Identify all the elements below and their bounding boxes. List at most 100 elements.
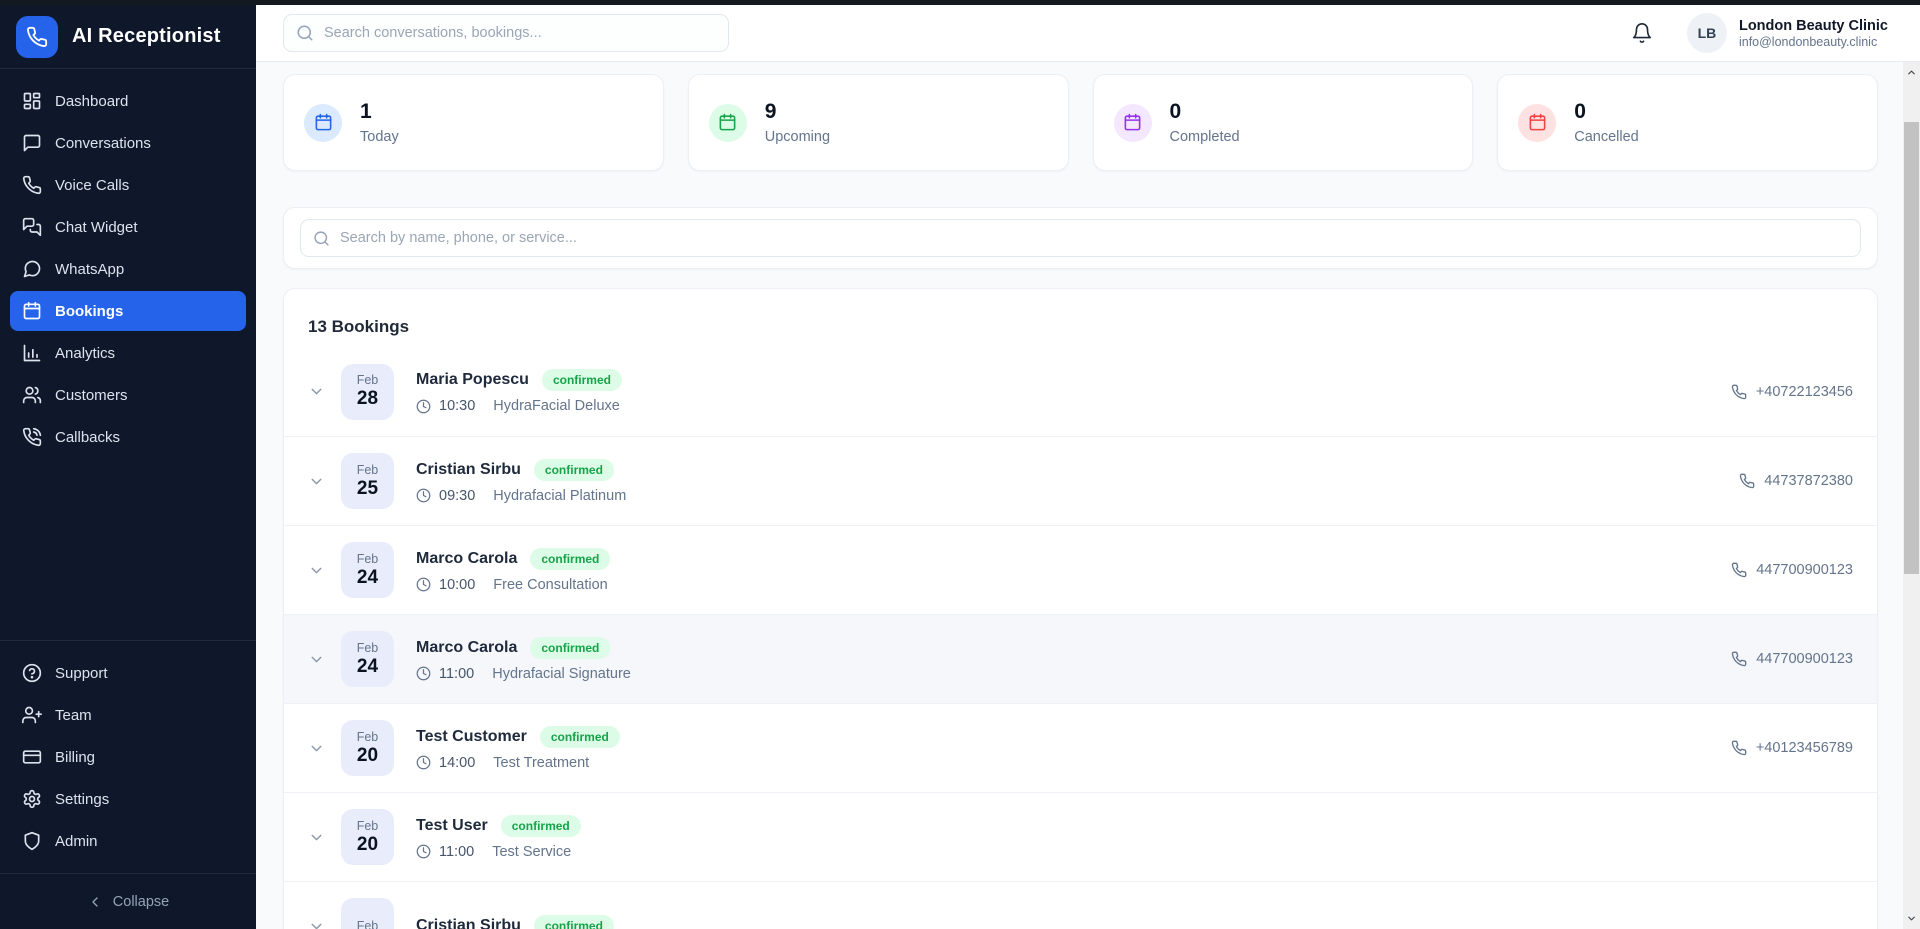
sidebar-spacer [0, 469, 256, 640]
booking-row[interactable]: Feb 24 Marco Carola confirmed [284, 525, 1877, 614]
booking-customer-name: Cristian Sirbu [416, 917, 521, 929]
chevron-down-icon [308, 651, 325, 668]
status-badge: confirmed [542, 369, 622, 391]
sidebar-item-team[interactable]: Team [10, 695, 246, 735]
bookings-count: 13 Bookings [308, 317, 1853, 337]
chevron-down-icon [308, 829, 325, 846]
sidebar-item-callbacks[interactable]: Callbacks [10, 417, 246, 457]
account-name: London Beauty Clinic [1739, 17, 1888, 35]
expand-row-button[interactable] [308, 918, 325, 929]
shield-icon [22, 831, 42, 851]
header-right: LB London Beauty Clinic info@londonbeaut… [1631, 13, 1888, 53]
bookings-card: 13 Bookings Feb 28 [283, 288, 1878, 929]
booking-row[interactable]: Feb 24 Marco Carola confirmed [284, 614, 1877, 703]
booking-month: Feb [357, 641, 379, 655]
booking-phone: 447700900123 [1731, 651, 1853, 667]
sidebar-item-settings[interactable]: Settings [10, 779, 246, 819]
booking-row[interactable]: Feb 28 Maria Popescu confirmed [284, 347, 1877, 436]
account-email: info@londonbeauty.clinic [1739, 35, 1888, 49]
expand-row-button[interactable] [308, 562, 325, 579]
clock-icon [416, 399, 431, 414]
booking-row[interactable]: Feb 20 Test User confirmed 11: [284, 792, 1877, 881]
bell-icon [1631, 22, 1653, 44]
account-menu[interactable]: LB London Beauty Clinic info@londonbeaut… [1687, 13, 1888, 53]
global-search-input[interactable] [324, 25, 716, 41]
sidebar-item-conversations[interactable]: Conversations [10, 123, 246, 163]
booking-customer-name: Marco Carola [416, 550, 517, 568]
booking-row[interactable]: Feb 25 Cristian Sirbu confirmed [284, 436, 1877, 525]
booking-month: Feb [357, 552, 379, 566]
booking-customer-name: Marco Carola [416, 639, 517, 657]
booking-row[interactable]: Feb 20 Test Customer confirmed [284, 703, 1877, 792]
sidebar-item-customers[interactable]: Customers [10, 375, 246, 415]
app-title: AI Receptionist [72, 25, 221, 48]
sidebar-item-whatsapp[interactable]: WhatsApp [10, 249, 246, 289]
sidebar-item-label: Voice Calls [55, 177, 129, 194]
sidebar-item-chat-widget[interactable]: Chat Widget [10, 207, 246, 247]
bookings-header: 13 Bookings [284, 289, 1877, 347]
booking-day: 28 [357, 388, 378, 410]
sidebar-item-admin[interactable]: Admin [10, 821, 246, 861]
booking-customer-name: Cristian Sirbu [416, 461, 521, 479]
booking-row[interactable]: Feb Cristian Sirbu confirmed [284, 881, 1877, 929]
booking-phone-number: 447700900123 [1756, 651, 1853, 667]
booking-month: Feb [357, 463, 379, 477]
notifications-button[interactable] [1631, 22, 1653, 44]
sidebar: AI Receptionist Dashboard Conversations … [0, 5, 256, 929]
bookings-search[interactable] [300, 219, 1861, 257]
booking-phone: 447700900123 [1731, 562, 1853, 578]
status-badge: confirmed [534, 915, 614, 929]
chevron-down-icon [1906, 913, 1917, 924]
sidebar-item-billing[interactable]: Billing [10, 737, 246, 777]
calendar-icon [1123, 113, 1142, 132]
booking-service: Hydrafacial Platinum [493, 488, 626, 504]
booking-service: Test Treatment [493, 755, 589, 771]
booking-phone-number: +40123456789 [1756, 740, 1853, 756]
bookings-search-input[interactable] [340, 230, 1848, 246]
sidebar-item-label: Chat Widget [55, 219, 138, 236]
scrollbar-thumb[interactable] [1904, 122, 1919, 574]
bookings-filter-card [283, 207, 1878, 269]
sidebar-item-label: Conversations [55, 135, 151, 152]
booking-day: 25 [357, 478, 378, 500]
booking-phone: +40123456789 [1731, 740, 1853, 756]
sidebar-nav: Dashboard Conversations Voice Calls Chat… [0, 69, 256, 469]
expand-row-button[interactable] [308, 740, 325, 757]
search-icon [296, 24, 314, 42]
stat-card: 1 Today [283, 74, 664, 171]
booking-day: 24 [357, 567, 378, 589]
booking-phone: +40722123456 [1731, 384, 1853, 400]
booking-customer-name: Maria Popescu [416, 371, 529, 389]
booking-month: Feb [357, 373, 379, 387]
stat-value: 0 [1170, 100, 1240, 124]
sidebar-item-analytics[interactable]: Analytics [10, 333, 246, 373]
users-icon [22, 385, 42, 405]
expand-row-button[interactable] [308, 829, 325, 846]
stats-row: 1 Today 9 Upcoming [283, 74, 1878, 171]
calendar-icon [22, 301, 42, 321]
page-content: 1 Today 9 Upcoming [256, 62, 1920, 929]
scroll-down-button[interactable] [1903, 910, 1920, 927]
expand-row-button[interactable] [308, 651, 325, 668]
booking-service: Test Service [492, 844, 571, 860]
top-header: LB London Beauty Clinic info@londonbeaut… [256, 5, 1920, 62]
scrollbar[interactable] [1903, 62, 1920, 929]
booking-date: Feb 25 [341, 453, 394, 509]
expand-row-button[interactable] [308, 383, 325, 400]
sidebar-item-support[interactable]: Support [10, 653, 246, 693]
expand-row-button[interactable] [308, 473, 325, 490]
booking-time: 11:00 [439, 844, 474, 860]
sidebar-item-label: Billing [55, 749, 95, 766]
collapse-button[interactable]: Collapse [0, 873, 256, 929]
collapse-label: Collapse [113, 894, 169, 910]
clock-icon [416, 755, 431, 770]
sidebar-secondary-nav: Support Team Billing Settings Admin [0, 640, 256, 873]
global-search[interactable] [283, 14, 729, 52]
sidebar-item-bookings[interactable]: Bookings [10, 291, 246, 331]
sidebar-item-voice-calls[interactable]: Voice Calls [10, 165, 246, 205]
stat-card: 0 Completed [1093, 74, 1474, 171]
scroll-up-button[interactable] [1903, 64, 1920, 81]
sidebar-item-dashboard[interactable]: Dashboard [10, 81, 246, 121]
booking-phone: 44737872380 [1739, 473, 1853, 489]
account-info: London Beauty Clinic info@londonbeauty.c… [1739, 17, 1888, 49]
